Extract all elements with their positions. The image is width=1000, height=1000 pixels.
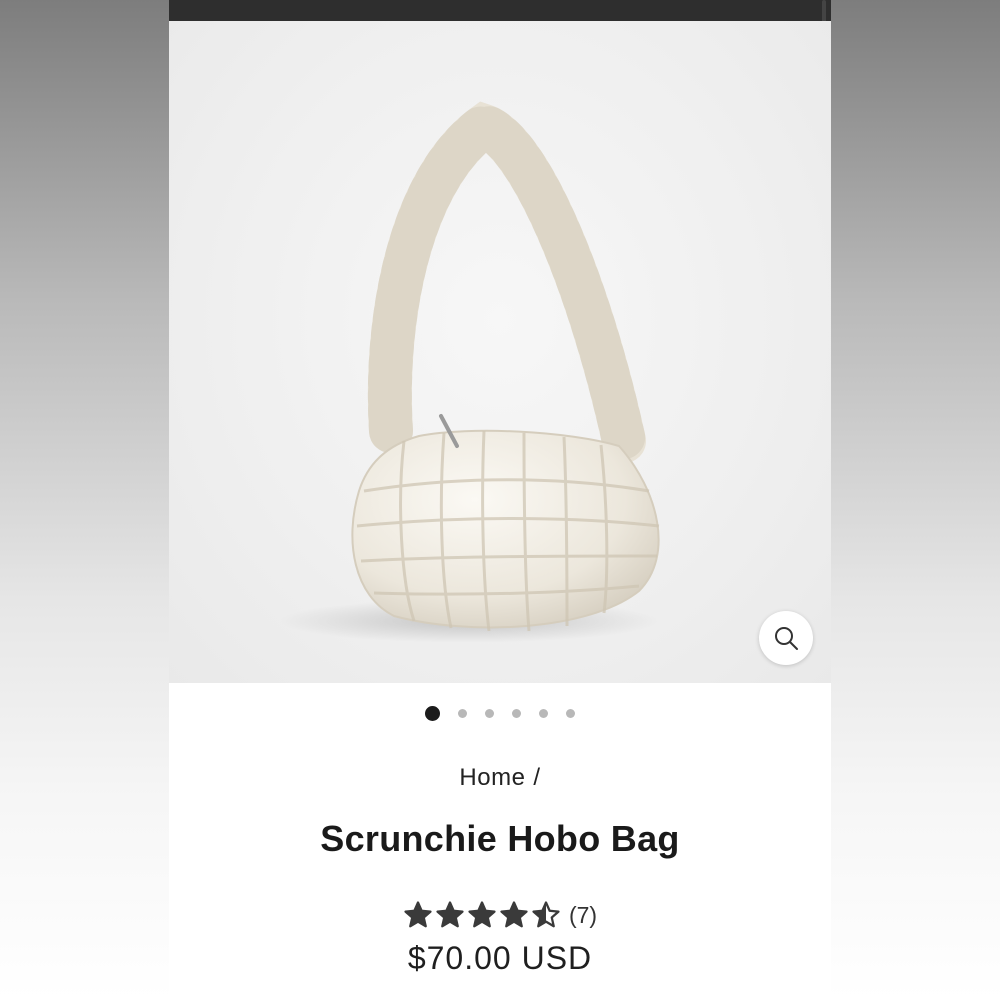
review-count[interactable]: (7) — [569, 902, 597, 929]
search-icon — [775, 627, 798, 650]
gallery-dot[interactable] — [425, 705, 440, 721]
bag-illustration — [279, 101, 660, 643]
gallery-pagination — [169, 704, 831, 722]
mobile-viewport: Home / Scrunchie Hobo Bag (7) $70.00 USD — [169, 0, 831, 1000]
rating-stars — [403, 900, 561, 930]
breadcrumb-home-link[interactable]: Home — [459, 764, 525, 791]
gallery-dot[interactable] — [458, 708, 467, 718]
star-icon — [500, 901, 528, 928]
product-rating[interactable]: (7) — [169, 900, 831, 930]
zoom-button[interactable] — [759, 611, 813, 665]
gallery-dot[interactable] — [512, 708, 521, 718]
top-bar — [169, 0, 831, 21]
product-title: Scrunchie Hobo Bag — [320, 818, 680, 859]
star-icon — [404, 901, 432, 928]
star-icon — [532, 901, 560, 928]
star-icon — [468, 901, 496, 928]
gallery-dot[interactable] — [539, 708, 548, 718]
breadcrumb: Home / — [169, 764, 831, 792]
breadcrumb-separator: / — [533, 764, 541, 791]
gallery-dot[interactable] — [566, 708, 575, 718]
product-image[interactable] — [169, 21, 831, 683]
gallery-dot[interactable] — [485, 708, 494, 718]
product-price: $70.00 USD — [407, 940, 593, 976]
star-icon — [436, 901, 464, 928]
